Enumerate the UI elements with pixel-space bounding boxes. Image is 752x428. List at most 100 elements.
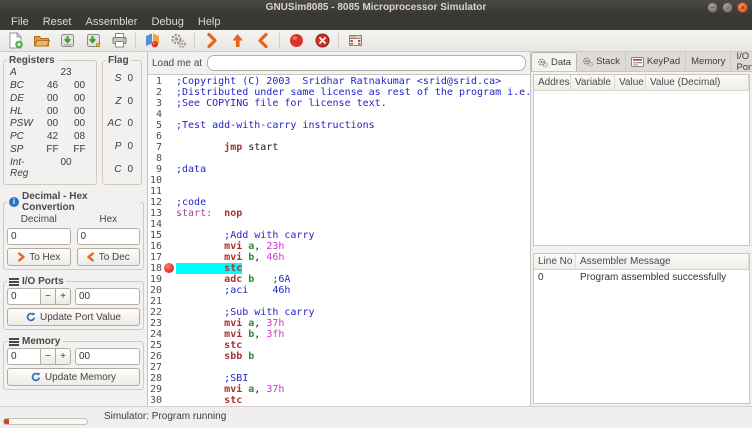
code-line[interactable]: 12;code [148, 197, 530, 208]
new-file-button[interactable] [2, 31, 28, 51]
breakpoint-gutter[interactable] [162, 373, 176, 384]
column-header[interactable]: Assembler Message [576, 254, 749, 269]
memory-address-input[interactable] [7, 348, 41, 365]
breakpoint-gutter[interactable] [162, 351, 176, 362]
code-line[interactable]: 4 [148, 109, 530, 120]
keypad-button[interactable] [342, 31, 368, 51]
code-line[interactable]: 23 mvi a, 37h [148, 318, 530, 329]
code-line[interactable]: 24 mvi b, 3fh [148, 329, 530, 340]
code-line[interactable]: 16 mvi a, 23h [148, 241, 530, 252]
update-port-button[interactable]: Update Port Value [7, 308, 140, 326]
io-port-value-input[interactable] [75, 288, 140, 305]
breakpoint-gutter[interactable] [162, 340, 176, 351]
breakpoint-gutter[interactable] [162, 98, 176, 109]
breakpoint-gutter[interactable] [162, 109, 176, 120]
line-number[interactable]: 21 [148, 296, 162, 307]
print-button[interactable] [106, 31, 132, 51]
code-line[interactable]: 14 [148, 219, 530, 230]
settings-button[interactable] [165, 31, 191, 51]
breakpoint-gutter[interactable] [162, 153, 176, 164]
breakpoint-gutter[interactable] [162, 131, 176, 142]
breakpoint-gutter[interactable] [162, 164, 176, 175]
column-header[interactable]: Address [534, 75, 571, 90]
breakpoint-gutter[interactable] [162, 241, 176, 252]
breakpoint-gutter[interactable] [162, 362, 176, 373]
tab-stack[interactable]: Stack [577, 52, 626, 71]
code-line[interactable]: 18 stc [148, 263, 530, 274]
memory-value-input[interactable] [75, 348, 140, 365]
code-line[interactable]: 15 ;Add with carry [148, 230, 530, 241]
io-port-address-input[interactable] [7, 288, 41, 305]
line-number[interactable]: 20 [148, 285, 162, 296]
code-line[interactable]: 10 [148, 175, 530, 186]
line-number[interactable]: 11 [148, 186, 162, 197]
code-line[interactable]: 22 ;Sub with carry [148, 307, 530, 318]
save-button[interactable] [54, 31, 80, 51]
breakpoint-gutter[interactable] [162, 142, 176, 153]
line-number[interactable]: 27 [148, 362, 162, 373]
line-number[interactable]: 10 [148, 175, 162, 186]
breakpoint-gutter[interactable] [162, 208, 176, 219]
breakpoint-gutter[interactable] [162, 76, 176, 87]
column-header[interactable]: Line No [534, 254, 576, 269]
tab-memory[interactable]: Memory [686, 52, 731, 71]
decimal-input[interactable] [7, 228, 71, 245]
line-number[interactable]: 22 [148, 307, 162, 318]
tab-keypad[interactable]: KeyPad [626, 52, 686, 71]
decrement-button[interactable]: − [41, 288, 56, 305]
message-table-body[interactable]: 0Program assembled successfully [534, 270, 749, 403]
code-line[interactable]: 8 [148, 153, 530, 164]
line-number[interactable]: 25 [148, 340, 162, 351]
code-line[interactable]: 28 ;SBI [148, 373, 530, 384]
breakpoint-icon[interactable] [164, 263, 174, 273]
step-forward-button[interactable] [198, 31, 224, 51]
open-button[interactable] [28, 31, 54, 51]
increment-button[interactable]: + [56, 288, 71, 305]
code-line[interactable]: 5;Test add-with-carry instructions [148, 120, 530, 131]
breakpoint-gutter[interactable] [162, 252, 176, 263]
breakpoint-gutter[interactable] [162, 230, 176, 241]
line-number[interactable]: 15 [148, 230, 162, 241]
breakpoint-gutter[interactable] [162, 175, 176, 186]
column-header[interactable]: Variable [571, 75, 615, 90]
line-number[interactable]: 3 [148, 98, 162, 109]
line-number[interactable]: 4 [148, 109, 162, 120]
code-line[interactable]: 26 sbb b [148, 351, 530, 362]
breakpoint-gutter[interactable] [162, 274, 176, 285]
line-number[interactable]: 1 [148, 76, 162, 87]
line-number[interactable]: 7 [148, 142, 162, 153]
line-number[interactable]: 13 [148, 208, 162, 219]
to-dec-button[interactable]: To Dec [77, 248, 141, 266]
data-table-body[interactable] [534, 91, 749, 245]
breakpoint-gutter[interactable] [162, 87, 176, 98]
line-number[interactable]: 30 [148, 395, 162, 406]
code-line[interactable]: 27 [148, 362, 530, 373]
code-line[interactable]: 9;data [148, 164, 530, 175]
load-address-input[interactable] [207, 55, 526, 71]
code-line[interactable]: 7 jmp start [148, 142, 530, 153]
menu-debug[interactable]: Debug [144, 15, 190, 30]
line-number[interactable]: 9 [148, 164, 162, 175]
update-memory-button[interactable]: Update Memory [7, 368, 140, 386]
minimize-icon[interactable] [707, 2, 718, 13]
breakpoint-gutter[interactable] [162, 120, 176, 131]
menu-assembler[interactable]: Assembler [78, 15, 144, 30]
line-number[interactable]: 2 [148, 87, 162, 98]
code-line[interactable]: 13start: nop [148, 208, 530, 219]
code-line[interactable]: 25 stc [148, 340, 530, 351]
hex-input[interactable] [77, 228, 141, 245]
breakpoint-gutter[interactable] [162, 296, 176, 307]
line-number[interactable]: 14 [148, 219, 162, 230]
breakpoint-gutter[interactable] [162, 384, 176, 395]
line-number[interactable]: 5 [148, 120, 162, 131]
message-row[interactable]: 0Program assembled successfully [534, 270, 749, 285]
code-line[interactable]: 1;Copyright (C) 2003 Sridhar Ratnakumar … [148, 76, 530, 87]
line-number[interactable]: 6 [148, 131, 162, 142]
menu-help[interactable]: Help [191, 15, 228, 30]
column-header[interactable]: Value (Decimal) [646, 75, 749, 90]
code-editor[interactable]: 1;Copyright (C) 2003 Sridhar Ratnakumar … [148, 75, 530, 406]
line-number[interactable]: 29 [148, 384, 162, 395]
code-line[interactable]: 30 stc [148, 395, 530, 406]
run-button[interactable] [283, 31, 309, 51]
code-line[interactable]: 3;See COPYING file for license text. [148, 98, 530, 109]
